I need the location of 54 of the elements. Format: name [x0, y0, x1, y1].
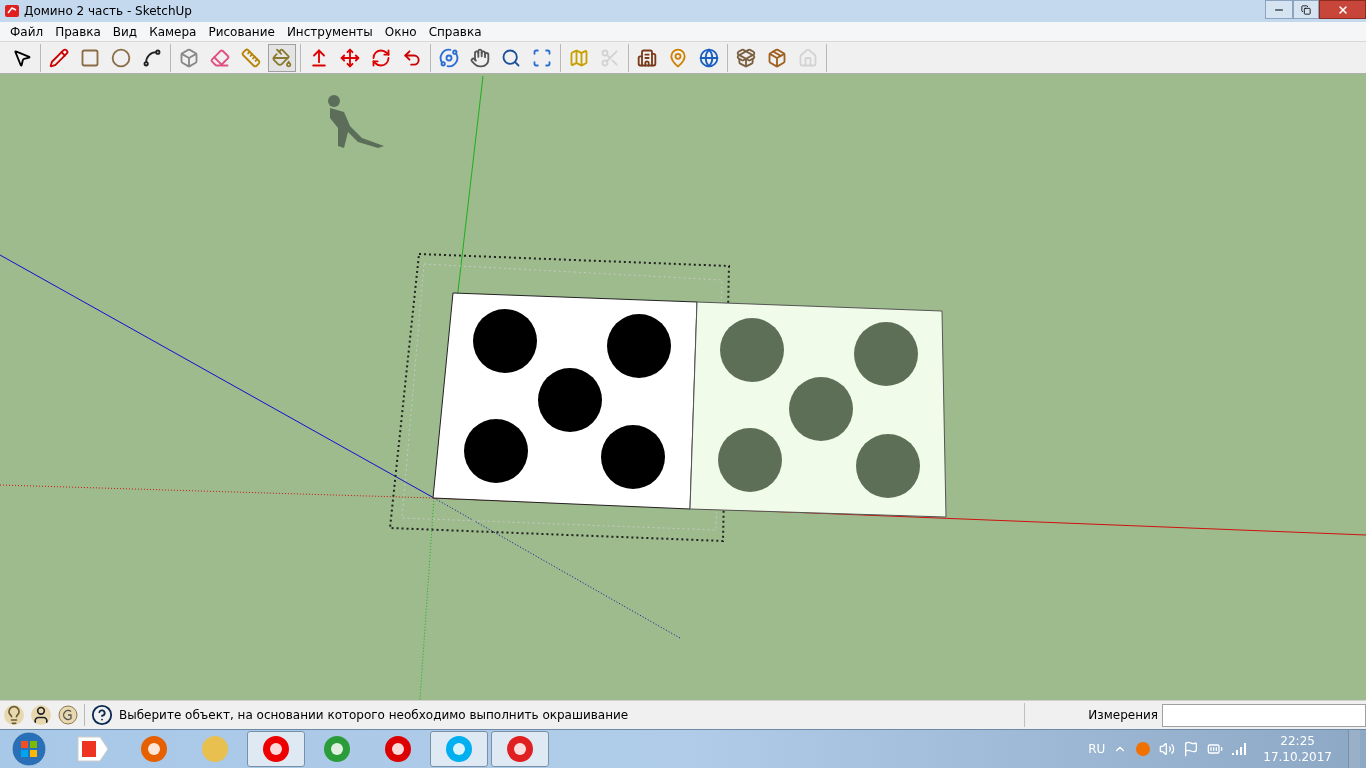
- person-icon[interactable]: [31, 705, 51, 725]
- menu-item[interactable]: Окно: [378, 22, 423, 41]
- select-arrow-icon: [12, 47, 32, 68]
- house-icon: [798, 47, 818, 68]
- clock-time: 22:25: [1280, 733, 1315, 749]
- arc-icon: [142, 47, 162, 68]
- move-icon: [340, 47, 360, 68]
- circle-icon: [111, 47, 131, 68]
- restore-button[interactable]: [1293, 0, 1319, 19]
- tape-measure-icon: [241, 47, 261, 68]
- measurements-label: Измерения: [1088, 707, 1159, 724]
- menu-item[interactable]: Камера: [143, 22, 203, 41]
- close-icon: [1336, 3, 1349, 16]
- globe-icon: [699, 47, 719, 68]
- rotate-icon: [371, 47, 391, 68]
- menu-item[interactable]: Вид: [106, 22, 144, 41]
- help-icon[interactable]: [91, 704, 113, 726]
- pencil-icon: [49, 47, 69, 68]
- measurements-field[interactable]: [1162, 703, 1366, 727]
- restore-icon: [1301, 4, 1311, 15]
- hand-icon: [470, 47, 490, 68]
- rectangle-icon: [80, 47, 100, 68]
- map-download-icon: [569, 47, 589, 68]
- volume-icon[interactable]: [1159, 741, 1176, 757]
- taskbar-app-button[interactable]: [430, 731, 488, 767]
- credits-icon[interactable]: [58, 705, 78, 725]
- clock-date: 17.10.2017: [1263, 749, 1332, 765]
- paint-bucket-icon: [272, 47, 292, 68]
- box-upload-icon: [767, 47, 787, 68]
- taskbar-app-button[interactable]: [491, 731, 549, 767]
- window-title: Домино 2 часть - SketchUp: [24, 3, 192, 20]
- menu-item[interactable]: Файл: [4, 22, 50, 41]
- app-logo-icon: [4, 3, 20, 19]
- menu-item[interactable]: Рисование: [202, 22, 281, 41]
- zoom-extents-icon: [532, 47, 552, 68]
- menu-item[interactable]: Справка: [422, 22, 488, 41]
- close-button[interactable]: [1319, 0, 1366, 19]
- building-icon: [637, 47, 657, 68]
- signal-icon[interactable]: [1231, 742, 1248, 756]
- battery-icon[interactable]: [1207, 741, 1224, 757]
- action-center-flag-icon[interactable]: [1183, 741, 1200, 757]
- minimize-button[interactable]: [1265, 0, 1293, 19]
- orbit-icon: [439, 47, 459, 68]
- menu-item[interactable]: Правка: [49, 22, 107, 41]
- cube-icon: [179, 47, 199, 68]
- box-download-icon: [736, 47, 756, 68]
- lightbulb-icon[interactable]: [4, 705, 24, 725]
- push-pull-icon: [309, 47, 329, 68]
- menu-item[interactable]: Инструменты: [280, 22, 379, 41]
- taskbar-app-button[interactable]: [247, 731, 305, 767]
- status-message: Выберите объект, на основании которого необходимо выполнить окрашивание: [119, 707, 629, 724]
- person-figure-drawing: [328, 95, 384, 148]
- zoom-icon: [501, 47, 521, 68]
- eraser-icon: [210, 47, 230, 68]
